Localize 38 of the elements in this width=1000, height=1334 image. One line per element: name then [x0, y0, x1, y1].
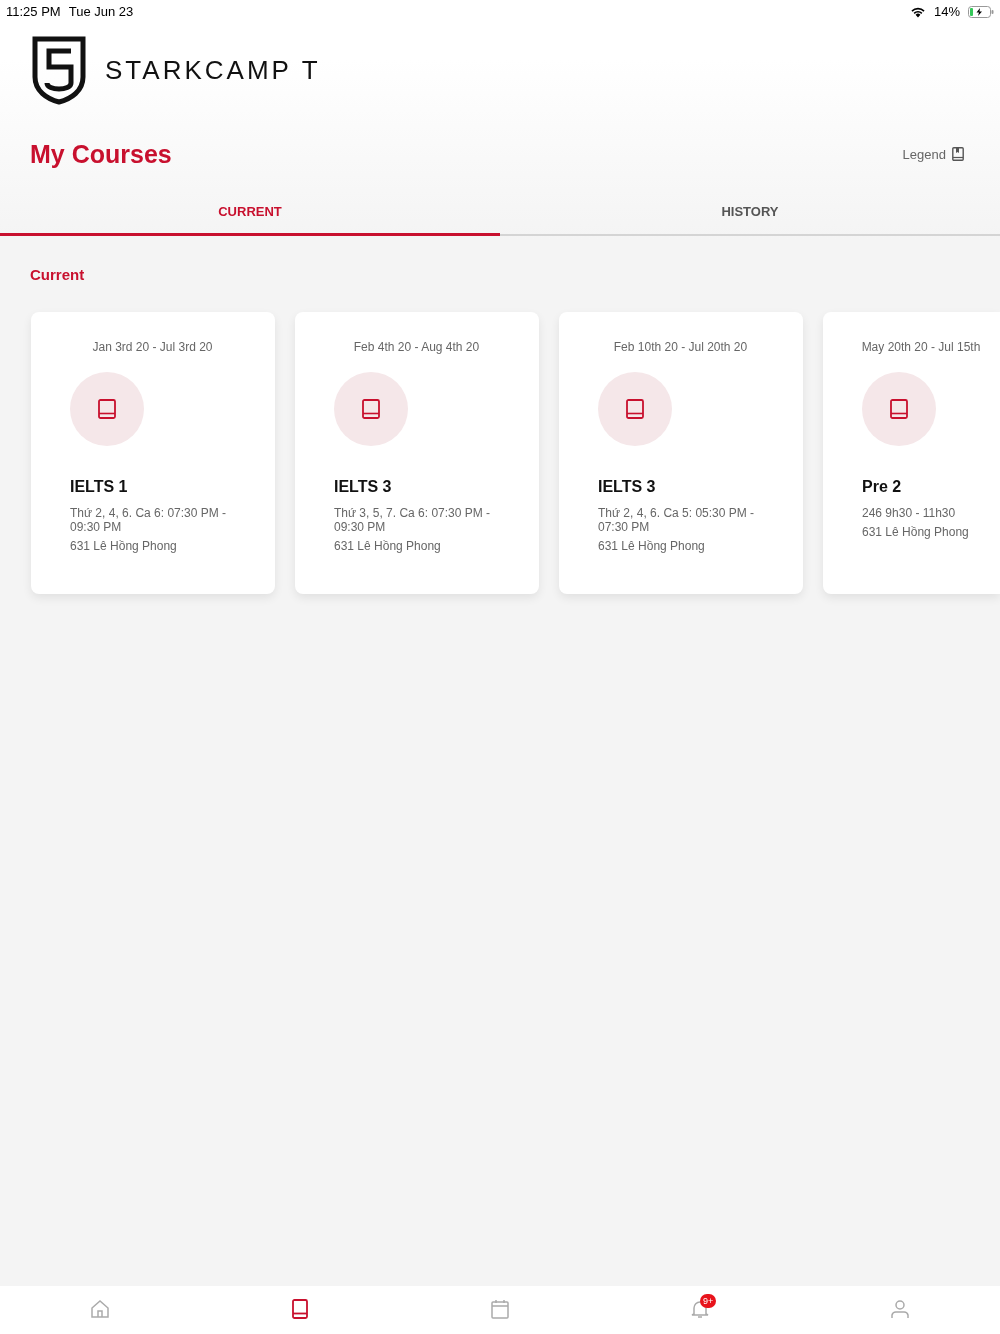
course-dates: Feb 10th 20 - Jul 20th 20 [612, 340, 749, 354]
tab[interactable]: CURRENT [0, 186, 500, 236]
person-icon[interactable] [890, 1299, 910, 1319]
page-title: My Courses [30, 139, 172, 169]
course-schedule: Thứ 2, 4, 6. Ca 6: 07:30 PM - 09:30 PM [70, 506, 228, 534]
course-address: 631 Lê Hồng Phong [598, 539, 706, 553]
course-name: IELTS 3 [598, 478, 657, 496]
course-dates: Jan 3rd 20 - Jul 3rd 20 [91, 340, 214, 354]
course-dates: Feb 4th 20 - Aug 4th 20 [352, 340, 481, 354]
home-icon[interactable] [90, 1299, 110, 1319]
book-icon[interactable] [290, 1299, 310, 1319]
legend-icon [952, 147, 964, 161]
status-date: Tue Jun 23 [68, 4, 134, 19]
course-card[interactable]: Jan 3rd 20 - Jul 3rd 20 IELTS 1 Thứ 2, 4, 6. Ca 6: 07:30 PM - 09:30 PM 631 Lê Hồng Phong [31, 312, 275, 594]
course-name: IELTS 3 [334, 478, 393, 496]
section-title: Current [29, 265, 86, 283]
course-address: 631 Lê Hồng Phong [70, 539, 178, 553]
legend-button[interactable]: Legend [902, 146, 964, 162]
status-time: 11:25 PM [6, 4, 61, 19]
course-schedule: Thứ 3, 5, 7. Ca 6: 07:30 PM - 09:30 PM [334, 506, 492, 534]
calendar-icon[interactable] [490, 1299, 510, 1319]
course-card[interactable]: Feb 10th 20 - Jul 20th 20 IELTS 3 Thứ 2, 4, 6. Ca 5: 05:30 PM - 07:30 PM 631 Lê Hồng Phong [559, 312, 803, 594]
logo-icon [31, 35, 87, 105]
course-address: 631 Lê Hồng Phong [334, 539, 442, 553]
notification-badge: 9+ [700, 1294, 717, 1308]
course-dates: May 20th 20 - Jul 15th [860, 340, 982, 354]
course-schedule: 246 9h30 - 11h30 [862, 506, 957, 520]
course-name: IELTS 1 [70, 478, 129, 496]
battery-percent: 14% [933, 4, 960, 19]
logo-wordmark: STARKCAMP T [105, 54, 321, 86]
course-address: 631 Lê Hồng Phong [862, 525, 970, 539]
battery-icon [968, 5, 994, 18]
course-card[interactable]: Feb 4th 20 - Aug 4th 20 IELTS 3 Thứ 3, 5, 7. Ca 6: 07:30 PM - 09:30 PM 631 Lê Hồng Phong [295, 312, 539, 594]
course-name: Pre 2 [862, 478, 903, 496]
course-schedule: Thứ 2, 4, 6. Ca 5: 05:30 PM - 07:30 PM [598, 506, 756, 534]
course-card[interactable]: May 20th 20 - Jul 15th Pre 2 246 9h30 - 11h30 631 Lê Hồng Phong [823, 312, 1000, 594]
wifi-icon [909, 5, 926, 18]
tab[interactable]: HISTORY [500, 186, 1000, 236]
